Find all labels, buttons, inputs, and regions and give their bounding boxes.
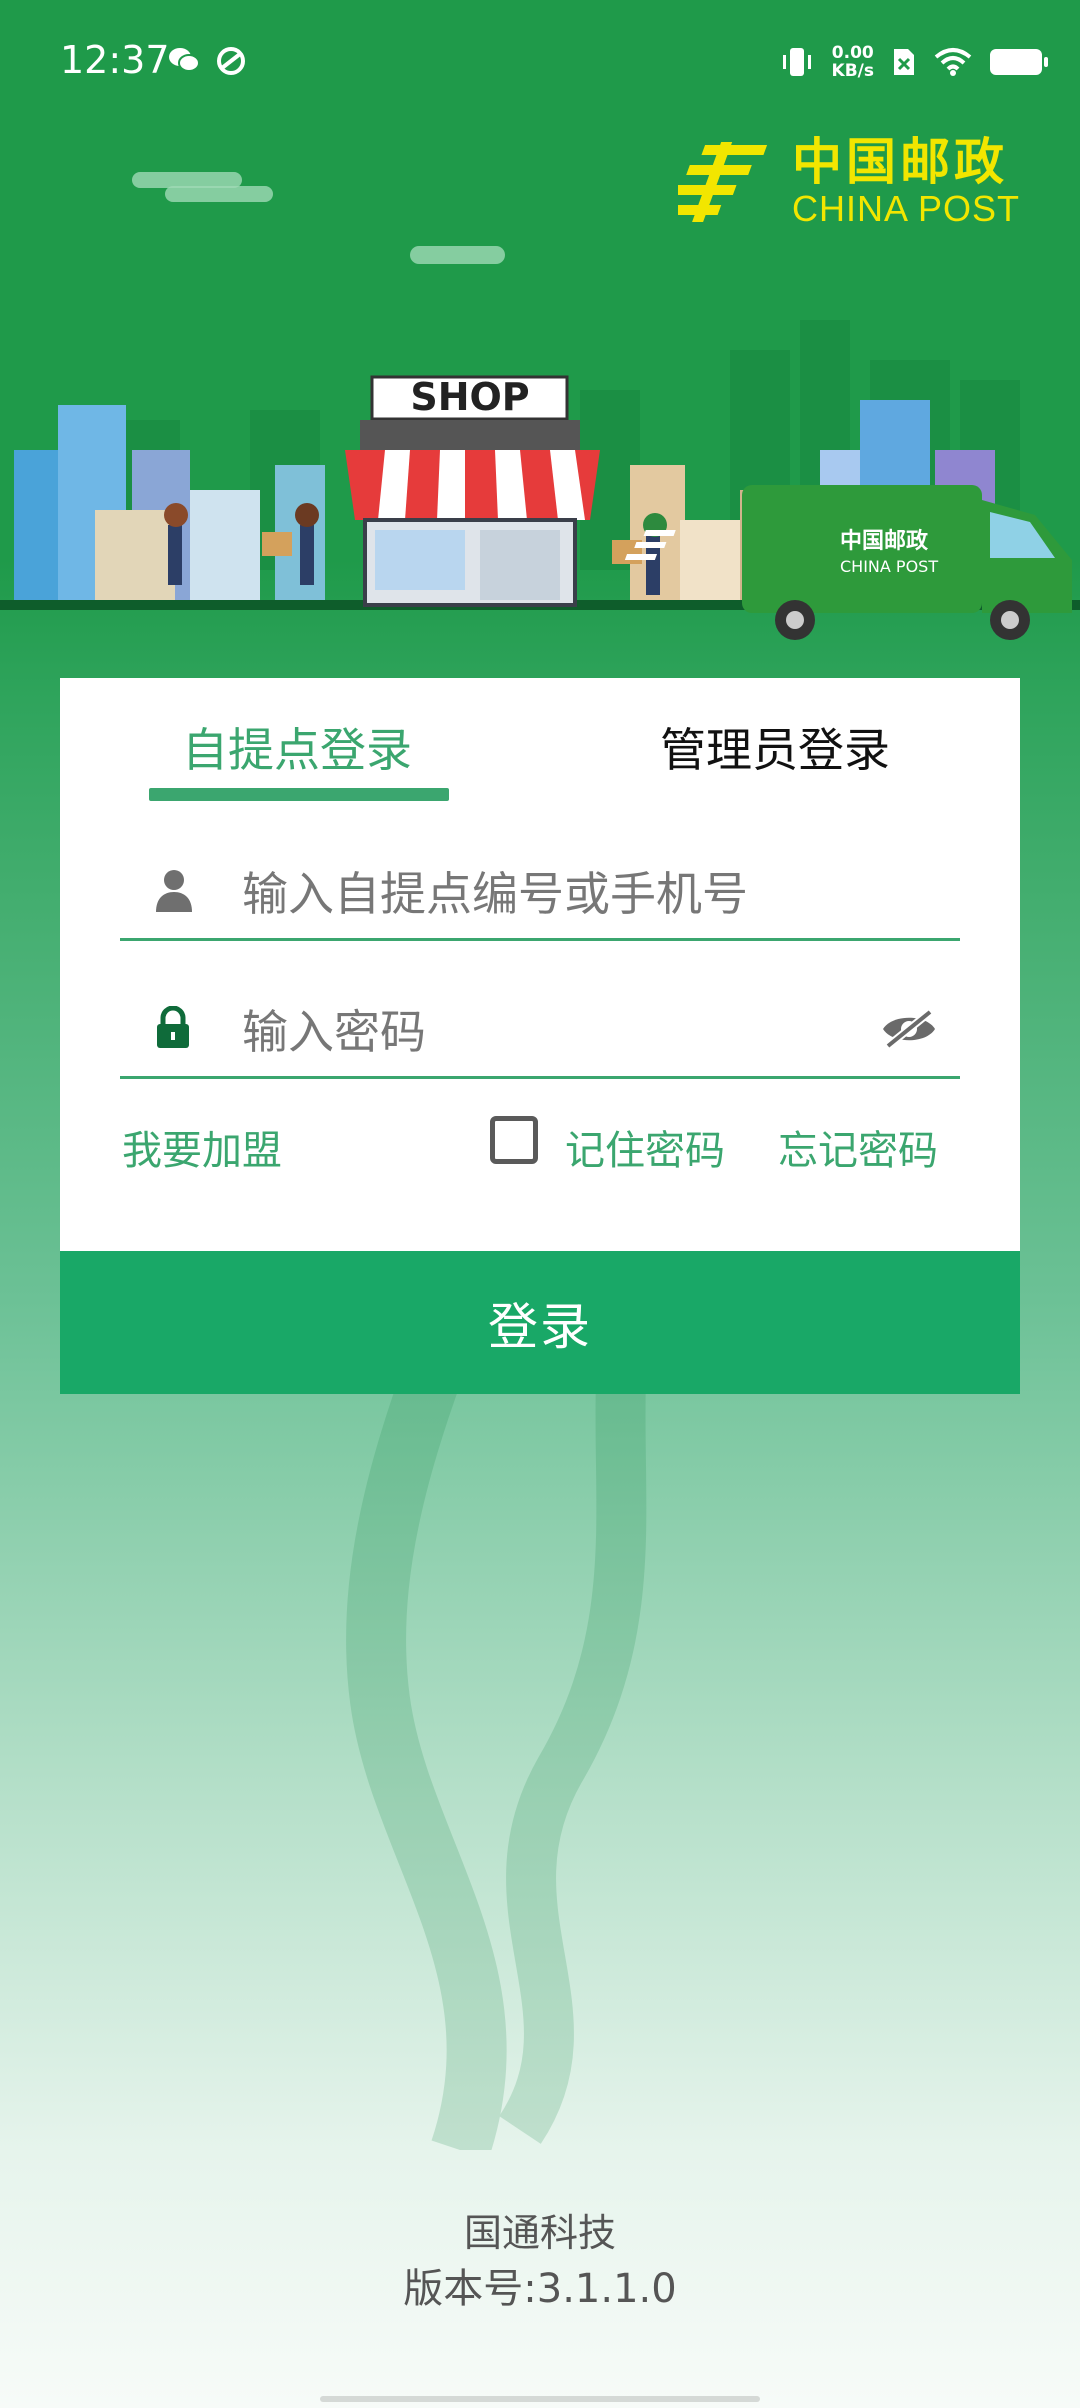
home-indicator[interactable] [320, 2396, 760, 2402]
login-card: 自提点登录 管理员登录 我要加盟 记住密码 忘记密码 [60, 678, 1020, 1251]
no-sim-icon [894, 49, 914, 75]
footer: 国通科技 版本号:3.1.1.0 [0, 2205, 1080, 2317]
notification-icons [168, 46, 246, 76]
network-speed: 0.00 KB/s [832, 44, 874, 80]
user-icon [156, 870, 192, 912]
join-link[interactable]: 我要加盟 [122, 1118, 282, 1176]
hero-illustration: SHOP 中国邮政 CHINA POST [0, 120, 1080, 680]
battery-icon [990, 49, 1048, 75]
account-input[interactable] [240, 858, 844, 930]
truck-text-cn: 中国邮政 [840, 528, 929, 554]
status-bar: 12:37 0.00 KB/s [0, 0, 1080, 125]
remember-password-checkbox[interactable] [490, 1116, 538, 1164]
truck-text-en: CHINA POST [840, 557, 938, 576]
shop-sign-text: SHOP [410, 375, 529, 419]
active-tab-indicator [149, 788, 449, 801]
lock-icon [157, 1006, 189, 1048]
status-time: 12:37 [60, 38, 170, 82]
remember-password-label[interactable]: 记住密码 [565, 1118, 725, 1176]
tab-pickup-login[interactable]: 自提点登录 [182, 714, 412, 780]
network-speed-value: 0.00 [831, 43, 874, 63]
tab-admin-login[interactable]: 管理员登录 [660, 714, 890, 780]
status-right: 0.00 KB/s [780, 44, 1048, 80]
login-options-row: 我要加盟 记住密码 忘记密码 [60, 1116, 1020, 1188]
vibrate-icon [782, 48, 811, 76]
eye-hidden-icon[interactable] [880, 1008, 938, 1050]
login-tabs: 自提点登录 管理员登录 [60, 678, 1020, 808]
password-field [120, 986, 960, 1079]
version-number: 版本号:3.1.1.0 [403, 2266, 677, 2312]
password-input[interactable] [240, 996, 844, 1068]
wifi-icon [934, 48, 972, 76]
city-scene-icon: SHOP 中国邮政 CHINA POST [0, 320, 1080, 640]
network-speed-unit: KB/s [831, 61, 874, 81]
app-notification-icon [217, 47, 245, 75]
login-button[interactable]: 登录 [60, 1251, 1020, 1394]
forgot-password-link[interactable]: 忘记密码 [778, 1118, 938, 1176]
wechat-icon [169, 48, 200, 72]
account-field [120, 848, 960, 941]
company-name: 国通科技 [463, 2211, 616, 2255]
